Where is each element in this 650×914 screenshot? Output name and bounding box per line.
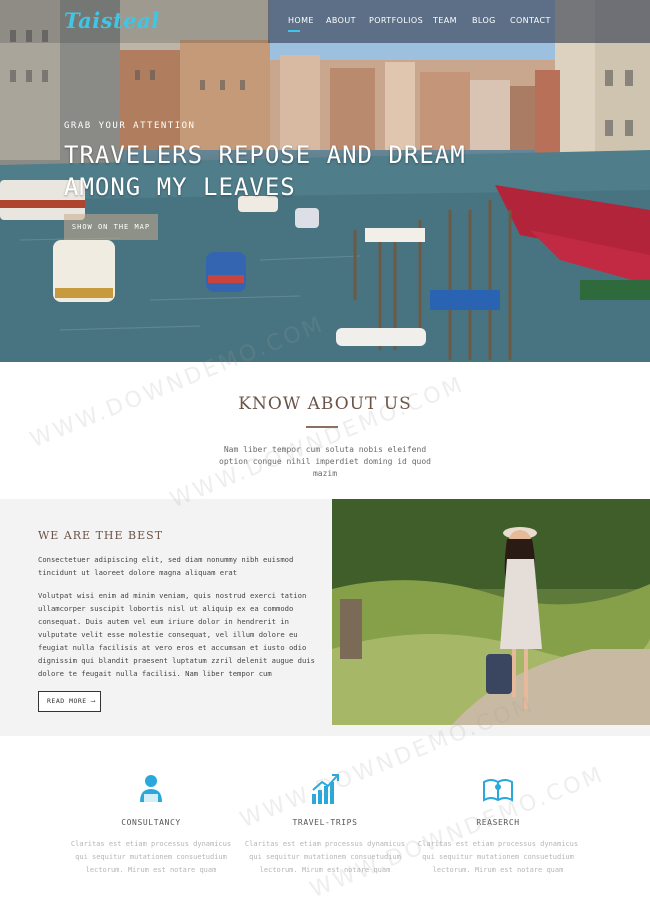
service-desc: Claritas est etiam processus dynamicus q… <box>70 840 232 874</box>
service-name: REASERCH <box>476 818 520 827</box>
best-paragraph-2: Volutpat wisi enim ad minim veniam, quis… <box>38 591 315 678</box>
service-research: REASERCH Claritas est etiam processus dy… <box>413 772 583 877</box>
growth-chart-icon <box>310 772 340 806</box>
service-desc: Claritas est etiam processus dynamicus q… <box>244 840 406 874</box>
nav-item-team[interactable]: TEAM <box>433 16 457 25</box>
nav-item-blog[interactable]: BLOG <box>472 16 496 25</box>
service-desc: Claritas est etiam processus dynamicus q… <box>417 840 579 874</box>
about-title: KNOW ABOUT US <box>238 394 412 414</box>
service-consultancy: CONSULTANCY Claritas est etiam processus… <box>66 772 236 877</box>
nav-item-about[interactable]: ABOUT <box>326 16 356 25</box>
best-paragraph-1: Consectetuer adipiscing elit, sed diam n… <box>38 555 294 577</box>
read-more-label: READ MORE <box>47 697 87 705</box>
consultant-person-icon <box>138 772 164 806</box>
show-map-button[interactable]: SHOW ON THE MAP <box>64 214 158 240</box>
hero-banner: Taisteal HOME ABOUT PORTFOLIOS TEAM BLOG… <box>0 0 650 362</box>
service-name: CONSULTANCY <box>121 818 181 827</box>
main-nav: HOME ABOUT PORTFOLIOS TEAM BLOG CONTACT <box>268 0 650 43</box>
service-travel-trips: TRAVEL-TRIPS Claritas est etiam processu… <box>240 772 410 877</box>
about-text: Nam liber tempor cum soluta nobis eleife… <box>219 445 431 478</box>
about-divider <box>306 426 338 428</box>
traveler-woman-photo <box>332 499 650 725</box>
best-title: WE ARE THE BEST <box>38 529 164 542</box>
hero-title-line-2: AMONG MY LEAVES <box>64 173 296 201</box>
site-logo[interactable]: Taisteal <box>64 8 160 33</box>
open-book-icon <box>482 772 514 806</box>
hero-kicker: GRAB YOUR ATTENTION <box>64 121 196 131</box>
nav-item-contact[interactable]: CONTACT <box>510 16 551 25</box>
arrow-right-icon: ⟶ <box>91 697 96 705</box>
nav-item-portfolios[interactable]: PORTFOLIOS <box>369 16 423 25</box>
nav-active-indicator <box>288 30 300 32</box>
service-name: TRAVEL-TRIPS <box>292 818 358 827</box>
hero-title: TRAVELERS REPOSE AND DREAM AMONG MY LEAV… <box>64 139 484 203</box>
nav-item-home[interactable]: HOME <box>288 16 314 25</box>
hero-title-line-1: TRAVELERS REPOSE AND DREAM <box>64 141 466 169</box>
read-more-button[interactable]: READ MORE ⟶ <box>38 691 101 712</box>
